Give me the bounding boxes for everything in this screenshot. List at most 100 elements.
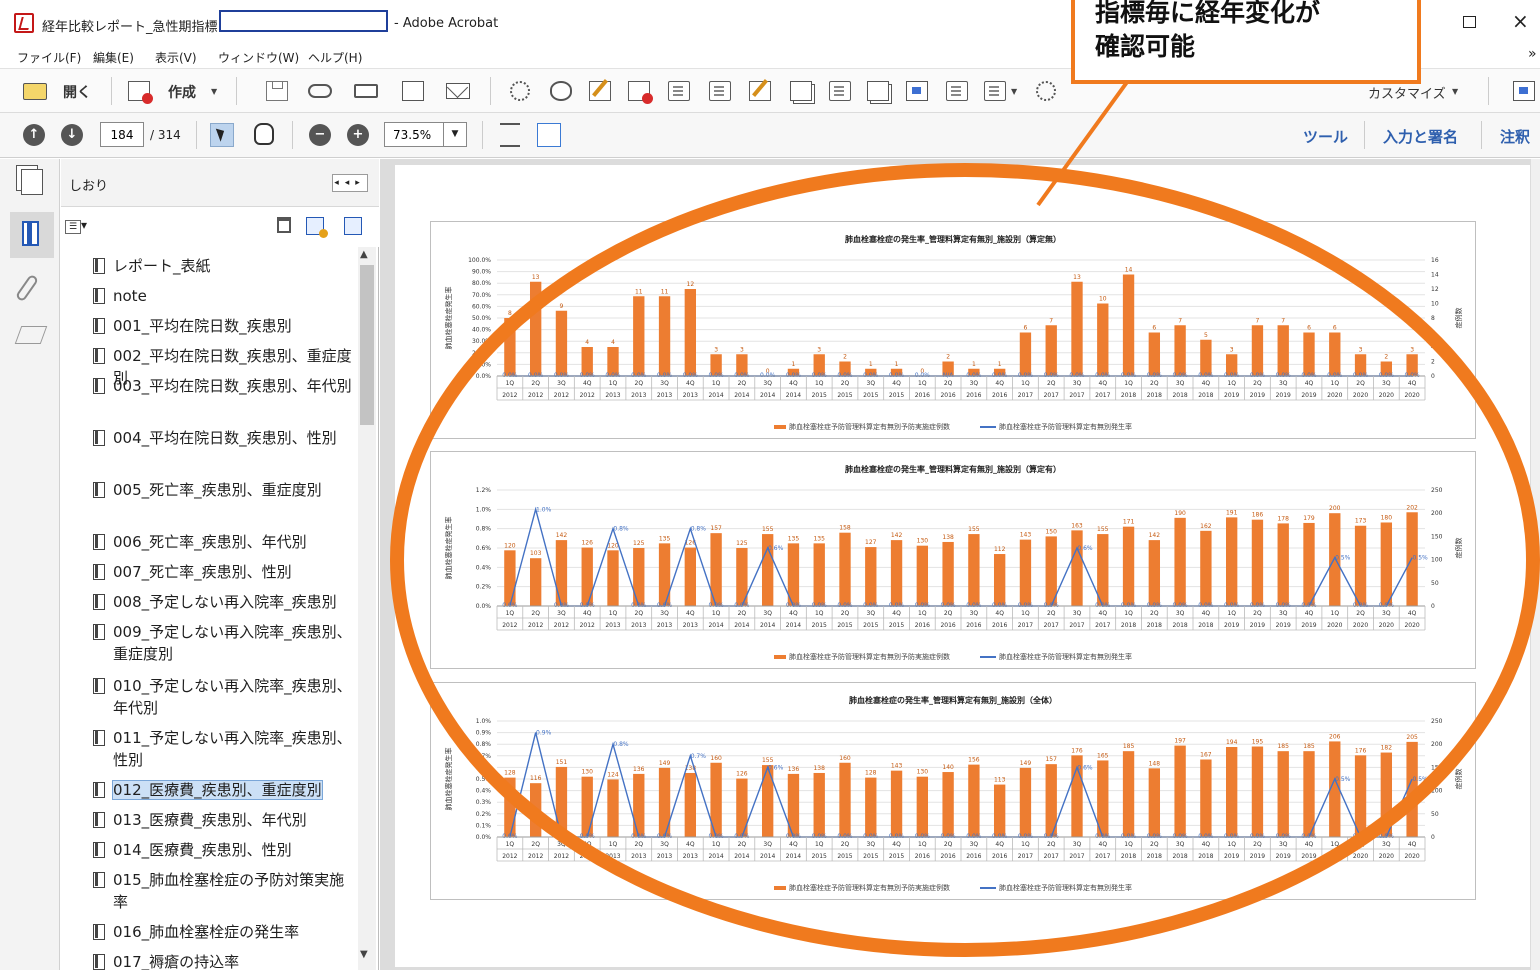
x-tick-label: 1Q (1227, 610, 1236, 617)
bookmark-item[interactable]: 010_予定しない再入院率_疾患別、年代別 (89, 675, 355, 719)
bar-data-label: 150 (1045, 528, 1057, 535)
page-options-icon[interactable] (984, 81, 1006, 101)
close-icon[interactable]: × (1512, 9, 1529, 33)
customize-button[interactable]: カスタマイズ (1368, 83, 1446, 102)
bookmark-item[interactable]: 009_予定しない再入院率_疾患別、重症度別 (89, 621, 355, 665)
collapse-panel-button[interactable]: ◂◂▸ (332, 174, 368, 192)
menu-overflow-icon[interactable]: » (1528, 46, 1537, 62)
acrobat-app-icon[interactable] (14, 13, 34, 33)
highlight-pen-icon[interactable] (589, 81, 611, 101)
insert-image-icon[interactable] (906, 81, 928, 101)
year-label: 2017 (1069, 392, 1084, 399)
menu-edit[interactable]: 編集(E) (93, 49, 134, 66)
bookmark-item[interactable]: 014_医療費_疾患別、性別 (89, 839, 355, 861)
bookmark-item[interactable]: 013_医療費_疾患別、年代別 (89, 809, 355, 831)
bookmark-scrollbar[interactable]: ▲ ▼ (358, 247, 376, 970)
bar-data-label: 185 (1123, 743, 1135, 750)
comment-icon[interactable] (550, 81, 572, 101)
bar-data-label: 7 (1281, 317, 1285, 324)
select-cursor-icon[interactable] (210, 123, 234, 147)
bookmark-item[interactable]: 015_肺血栓塞栓症の予防対策実施率 (89, 869, 355, 913)
bookmark-item[interactable]: 003_平均在院日数_疾患別、年代別 (89, 375, 355, 397)
menu-help[interactable]: ヘルプ(H) (308, 49, 362, 66)
zoom-input[interactable] (384, 122, 444, 147)
new-bookmark-icon[interactable] (306, 217, 328, 238)
page-thumbnails-icon[interactable] (21, 169, 43, 195)
bar-data-label: 6 (1024, 325, 1028, 332)
upload-cloud-icon[interactable] (308, 84, 332, 98)
expand-icon[interactable] (1513, 81, 1535, 101)
export-doc-icon[interactable] (709, 81, 731, 101)
open-folder-icon[interactable] (23, 83, 47, 100)
bookmark-item[interactable]: 016_肺血栓塞栓症の発生率 (89, 921, 355, 943)
bookmark-item[interactable]: 017_褥瘡の持込率 (89, 951, 355, 970)
copy-pages-icon[interactable] (790, 81, 812, 101)
create-pdf-icon[interactable] (128, 81, 153, 104)
y-tick-label: 0.0% (476, 834, 492, 841)
bookmark-page-icon (93, 318, 105, 334)
bar-data-label: 182 (1381, 745, 1393, 752)
fit-page-icon[interactable] (537, 123, 561, 147)
menu-file[interactable]: ファイル(F) (17, 49, 81, 66)
x-tick-label: 2Q (1253, 380, 1262, 387)
bookmark-item[interactable]: 007_死亡率_疾患別、性別 (89, 561, 355, 583)
bookmark-scroll-thumb[interactable] (360, 265, 374, 425)
bar-data-label: 178 (1277, 515, 1289, 522)
bookmark-item[interactable]: 012_医療費_疾患別、重症度別 (89, 779, 355, 801)
bookmark-item[interactable]: 005_死亡率_疾患別、重症度別 (89, 479, 355, 501)
sign-doc-icon[interactable] (749, 81, 771, 101)
delete-bookmark-icon[interactable] (277, 217, 291, 233)
comment-link[interactable]: 注釈 (1500, 126, 1530, 147)
open-button[interactable]: 開く (63, 82, 91, 102)
x-tick-label: 4Q (1408, 841, 1417, 848)
scroll-mode-icon[interactable] (500, 123, 520, 147)
save-icon[interactable] (266, 81, 288, 101)
create-button[interactable]: 作成 (168, 82, 196, 102)
bookmark-item[interactable]: 006_死亡率_疾患別、年代別 (89, 531, 355, 553)
prev-page-icon[interactable]: ↑ (23, 124, 45, 146)
page-icon[interactable] (946, 81, 968, 101)
bookmark-icon[interactable] (22, 221, 39, 246)
bookmark-item[interactable]: レポート_表紙 (89, 255, 355, 277)
x-tick-label: 4Q (995, 610, 1004, 617)
bar (581, 547, 593, 606)
bar (684, 547, 697, 606)
customize-dropdown-icon[interactable]: ▼ (1452, 87, 1458, 96)
page-options-dropdown-icon[interactable]: ▼ (1011, 87, 1017, 96)
scroll-up-icon[interactable]: ▲ (360, 249, 368, 260)
zoom-in-icon[interactable]: + (347, 124, 369, 146)
print-icon[interactable] (354, 84, 378, 98)
bookmark-properties-icon[interactable] (344, 217, 362, 235)
bookmark-label: 010_予定しない再入院率_疾患別、年代別 (113, 677, 352, 717)
combine-files-icon[interactable] (867, 81, 889, 101)
bookmark-item[interactable]: note (89, 285, 355, 307)
scroll-down-icon[interactable]: ▼ (360, 949, 368, 960)
maximize-icon[interactable] (1463, 16, 1476, 28)
search-doc-icon[interactable] (668, 81, 690, 101)
extract-pages-icon[interactable] (829, 81, 851, 101)
action-wizard-icon[interactable] (1036, 81, 1056, 101)
bookmark-item[interactable]: 004_平均在院日数_疾患別、性別 (89, 427, 355, 449)
bar (1303, 332, 1315, 376)
edit-doc-icon[interactable] (402, 81, 424, 101)
zoom-out-icon[interactable]: − (309, 124, 331, 146)
year-label: 2020 (1327, 622, 1342, 629)
legend-bar-label: 肺血栓塞栓症予防管理料算定有無別予防実施症例数 (789, 653, 950, 661)
page-number-input[interactable] (100, 122, 144, 147)
bookmark-item[interactable]: 001_平均在院日数_疾患別 (89, 315, 355, 337)
fill-sign-link[interactable]: 入力と署名 (1383, 126, 1458, 147)
create-dropdown-icon[interactable]: ▼ (211, 87, 217, 96)
bookmark-options-button[interactable]: ☰ ▾ (65, 218, 97, 236)
hand-tool-icon[interactable] (254, 123, 274, 145)
bookmark-item[interactable]: 011_予定しない再入院率_疾患別、性別 (89, 727, 355, 771)
mail-icon[interactable] (446, 83, 470, 99)
delete-page-icon[interactable] (628, 81, 653, 104)
document-scrollbar[interactable] (1531, 159, 1540, 970)
zoom-dropdown-icon[interactable]: ▼ (444, 122, 467, 147)
menu-view[interactable]: 表示(V) (155, 49, 197, 66)
menu-window[interactable]: ウィンドウ(W) (218, 49, 299, 66)
settings-gear-icon[interactable] (510, 81, 530, 101)
next-page-icon[interactable]: ↓ (61, 124, 83, 146)
bookmark-item[interactable]: 008_予定しない再入院率_疾患別 (89, 591, 355, 613)
tools-link[interactable]: ツール (1303, 126, 1348, 147)
